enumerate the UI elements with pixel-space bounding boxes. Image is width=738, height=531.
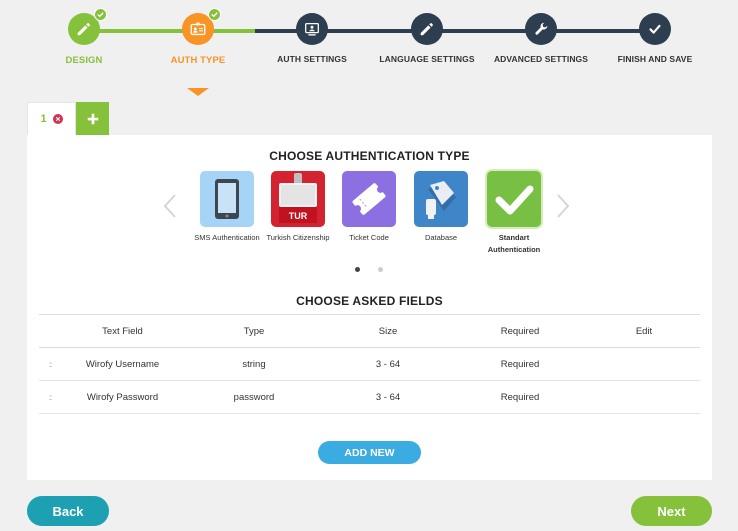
auth-panel: CHOOSE AUTHENTICATION TYPE SMS Authentic…	[27, 135, 712, 480]
table-row: :: Wirofy Username string 3 - 64 Require…	[39, 347, 700, 381]
step-language-settings-circle	[411, 13, 443, 45]
step-finish-and-save[interactable]: FINISH AND SAVE	[595, 13, 715, 64]
check-icon	[495, 185, 534, 215]
wizard-stepper: DESIGN AUTH TYPE AUTH SETTINGS LANGUAGE …	[0, 0, 738, 100]
table-row: :: Wirofy Password password 3 - 64 Requi…	[39, 380, 700, 414]
column-header-required: Required	[452, 314, 588, 348]
step-done-check-icon	[94, 8, 107, 21]
drag-handle-icon[interactable]: ::	[39, 347, 61, 381]
cell-edit	[588, 347, 700, 381]
tab-1[interactable]: 1	[27, 102, 76, 135]
column-header-type: Type	[184, 314, 324, 348]
step-auth-type-circle	[182, 8, 221, 45]
cell-text-field: Wirofy Username	[61, 347, 184, 381]
step-design-label: DESIGN	[65, 55, 103, 66]
table-header-row: Text Field Type Size Required Edit	[39, 314, 700, 348]
step-language-settings[interactable]: LANGUAGE SETTINGS	[367, 13, 487, 64]
pencil-icon	[77, 23, 90, 36]
auth-option-database-label: Database	[424, 233, 458, 242]
step-auth-settings-circle	[296, 13, 328, 45]
pencil-icon	[420, 23, 433, 36]
ticket-icon	[352, 183, 386, 215]
add-tab-button[interactable]	[76, 102, 109, 135]
close-icon[interactable]	[52, 114, 63, 124]
cell-required: Required	[452, 347, 588, 381]
phone-icon	[215, 179, 239, 219]
back-button[interactable]: Back	[27, 496, 109, 526]
asked-fields-table: Text Field Type Size Required Edit :: Wi…	[39, 314, 700, 414]
step-finish-and-save-label: FINISH AND SAVE	[617, 54, 693, 64]
choose-auth-title: CHOOSE AUTHENTICATION TYPE	[269, 149, 470, 163]
chevron-left-icon[interactable]	[161, 193, 179, 219]
tab-1-label: 1	[40, 113, 47, 125]
step-language-settings-label: LANGUAGE SETTINGS	[379, 54, 475, 64]
check-icon	[649, 24, 661, 34]
step-auth-settings[interactable]: AUTH SETTINGS	[252, 13, 372, 64]
carousel-dot-2[interactable]	[378, 267, 383, 272]
add-new-field-button[interactable]: ADD NEW	[318, 441, 421, 464]
step-auth-type[interactable]: AUTH TYPE	[138, 8, 258, 66]
next-button[interactable]: Next	[631, 496, 712, 526]
column-header-text-field: Text Field	[61, 314, 184, 348]
step-design-circle	[68, 8, 107, 45]
auth-tile-database	[414, 171, 468, 227]
cell-type: password	[184, 380, 324, 414]
wrench-icon	[535, 22, 548, 35]
auth-tile-standart	[487, 171, 541, 227]
monitor-user-icon	[305, 22, 319, 36]
cell-required: Required	[452, 380, 588, 414]
cell-size: 3 - 64	[324, 380, 452, 414]
column-header-handle	[39, 314, 61, 348]
auth-option-sms-label: SMS Authentication	[194, 233, 260, 242]
drag-handle-icon[interactable]: ::	[39, 380, 61, 414]
tur-badge-text: TUR	[289, 211, 308, 221]
auth-option-ticket-code-label: Ticket Code	[349, 233, 389, 242]
cell-type: string	[184, 347, 324, 381]
cell-text-field: Wirofy Password	[61, 380, 184, 414]
auth-tile-ticket-code	[342, 171, 396, 227]
carousel-dots	[355, 267, 383, 272]
step-finish-and-save-circle	[639, 13, 671, 45]
step-auth-settings-label: AUTH SETTINGS	[277, 54, 347, 64]
step-advanced-settings-circle	[525, 13, 557, 45]
current-step-pointer	[187, 88, 209, 96]
cell-edit	[588, 380, 700, 414]
choose-fields-title: CHOOSE ASKED FIELDS	[296, 294, 443, 308]
step-advanced-settings-label: ADVANCED SETTINGS	[493, 54, 589, 64]
step-auth-type-label: AUTH TYPE	[170, 55, 226, 66]
cell-size: 3 - 64	[324, 347, 452, 381]
plus-icon	[87, 113, 98, 124]
auth-option-turkish-citizenship-label: Turkish Citizenship	[266, 233, 330, 242]
step-design[interactable]: DESIGN	[24, 8, 144, 66]
ssid-tabs: 1	[27, 102, 109, 135]
step-done-check-icon	[208, 8, 221, 21]
step-advanced-settings[interactable]: ADVANCED SETTINGS	[481, 13, 601, 64]
carousel-dot-1[interactable]	[355, 267, 360, 272]
column-header-edit: Edit	[588, 314, 700, 348]
id-badge-icon: TUR	[279, 173, 317, 223]
tag-icon	[426, 181, 456, 219]
column-header-size: Size	[324, 314, 452, 348]
id-card-icon	[190, 22, 206, 36]
auth-tile-turkish-citizenship: TUR	[271, 171, 325, 227]
auth-tile-sms	[200, 171, 254, 227]
auth-option-standart-label: Standart Authentication	[487, 233, 541, 254]
auth-option-standart[interactable]: Standart Authentication	[470, 171, 558, 256]
